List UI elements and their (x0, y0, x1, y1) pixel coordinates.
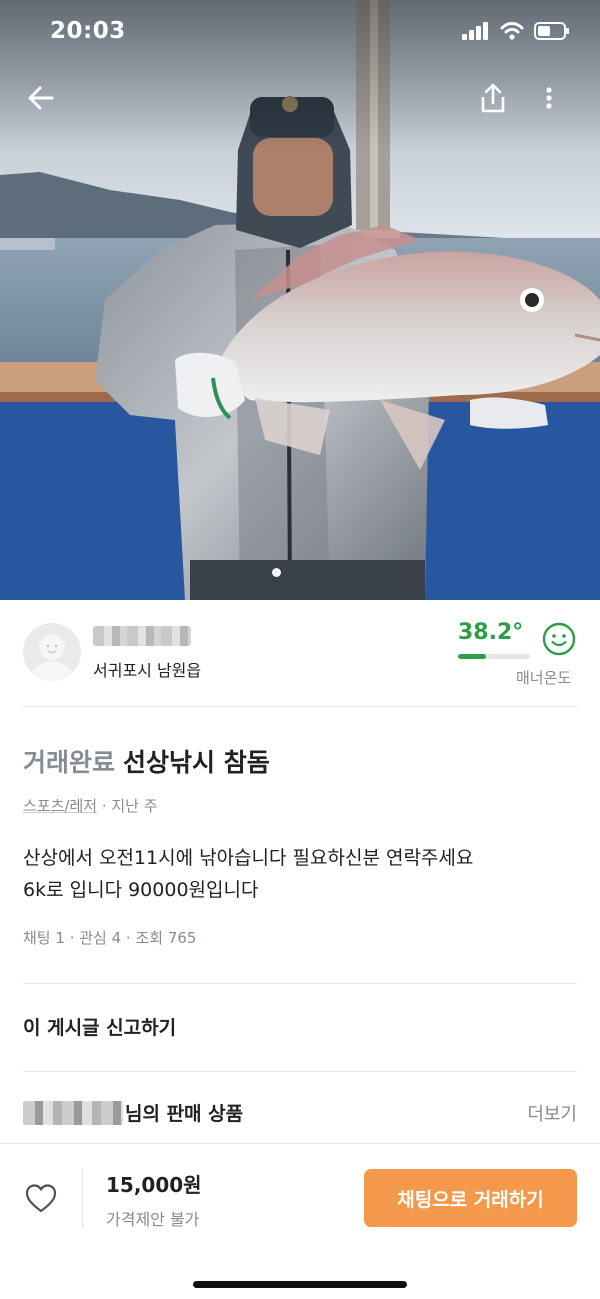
section-divider (23, 706, 577, 707)
posted-time: 지난 주 (111, 797, 158, 815)
article-body: 산상에서 오전11시에 낚아습니다 필요하신분 연락주세요 6k로 입니다 90… (23, 842, 583, 906)
view-count: 조회 765 (135, 929, 197, 947)
count-separator: · (121, 929, 136, 947)
share-button[interactable] (468, 70, 518, 126)
article-counts: 채팅 1 · 관심 4 · 조회 765 (23, 927, 196, 948)
seller-products-title: 님의 판매 상품 (125, 1103, 244, 1125)
manner-temperature[interactable]: 38.2° (458, 620, 523, 645)
status-time: 20:03 (50, 18, 126, 44)
more-vertical-icon (546, 87, 552, 109)
seller-profile[interactable]: 서귀포시 남원읍 38.2° 매너온도 (0, 600, 600, 706)
home-indicator[interactable] (193, 1281, 407, 1288)
article-title: 거래완료 선상낚시 참돔 (23, 743, 270, 779)
share-icon (481, 83, 505, 113)
price: 15,000원 (106, 1173, 202, 1197)
hero-toolbar (0, 70, 600, 126)
category-link[interactable]: 스포츠/레저 (23, 797, 97, 815)
seller-products-header: 님의 판매 상품 더보기 (23, 1096, 577, 1132)
manner-temperature-bar (458, 654, 530, 659)
article-body-line: 6k로 입니다 90000원입니다 (23, 879, 259, 901)
seller-name-redacted (23, 1101, 123, 1125)
article-body-line: 산상에서 오전11시에 낚아습니다 필요하신분 연락주세요 (23, 847, 474, 869)
manner-temperature-fill (458, 654, 486, 659)
smiley-face-icon (542, 622, 576, 656)
bottom-action-bar: 15,000원 가격제안 불가 채팅으로 거래하기 (0, 1143, 600, 1299)
more-options-button[interactable] (524, 70, 574, 126)
price-negotiation-status: 가격제안 불가 (106, 1210, 200, 1229)
see-more-link[interactable]: 더보기 (527, 1100, 577, 1126)
chat-to-trade-button[interactable]: 채팅으로 거래하기 (364, 1169, 577, 1227)
bottom-bar-divider (82, 1168, 83, 1228)
default-avatar-icon (28, 634, 76, 681)
chat-count: 채팅 1 (23, 929, 65, 947)
back-button[interactable] (16, 70, 66, 126)
status-icons (462, 22, 570, 40)
battery-icon (534, 22, 569, 40)
count-separator: · (64, 929, 80, 947)
seller-region: 서귀포시 남원읍 (93, 661, 202, 680)
status-bar: 20:03 (0, 0, 600, 66)
interest-count: 관심 4 (79, 929, 122, 947)
report-post-link[interactable]: 이 게시글 신고하기 (23, 1013, 176, 1040)
article-meta: 스포츠/레저 · 지난 주 (23, 795, 158, 816)
wifi-icon (500, 22, 524, 40)
product-photo[interactable]: 20:03 (0, 0, 600, 600)
avatar[interactable] (23, 623, 81, 681)
section-divider (23, 983, 577, 984)
manner-label: 매너온도 (516, 669, 572, 687)
seller-name-redacted[interactable] (93, 626, 191, 646)
article-title-text: 선상낚시 참돔 (123, 748, 270, 777)
cellular-signal-icon (462, 22, 488, 40)
heart-icon[interactable] (24, 1182, 58, 1216)
meta-separator: · (97, 797, 112, 815)
trade-status: 거래완료 (23, 748, 116, 777)
arrow-left-icon (28, 86, 54, 110)
section-divider (23, 1071, 577, 1072)
carousel-page-indicator (272, 568, 281, 577)
